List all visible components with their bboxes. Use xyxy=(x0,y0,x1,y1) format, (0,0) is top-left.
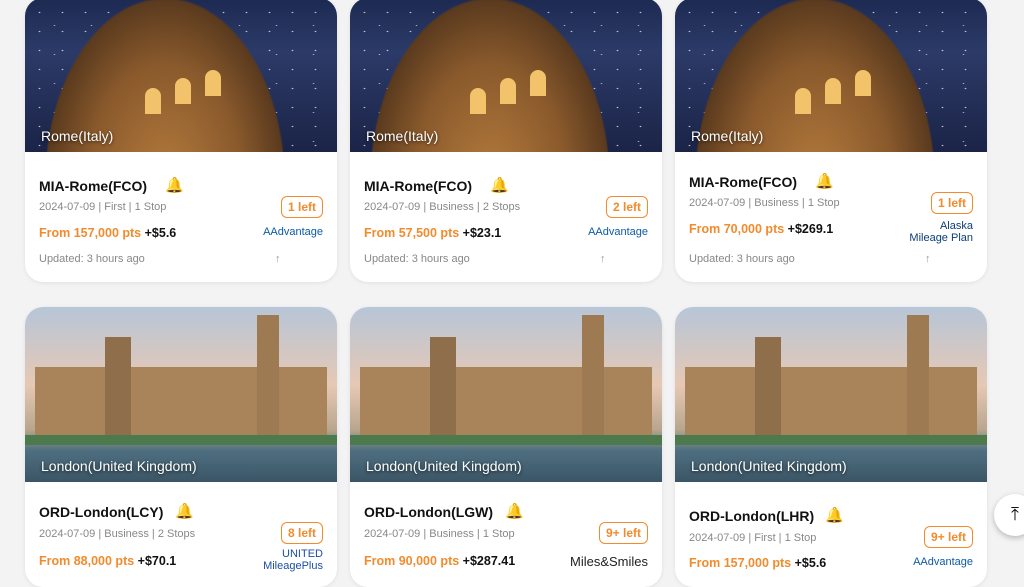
destination-image: London(United Kingdom) xyxy=(675,307,987,482)
bell-icon[interactable]: 🔔 xyxy=(175,504,194,520)
destination-caption: Rome(Italy) xyxy=(691,128,764,144)
arrow-up-icon[interactable]: ↑ xyxy=(275,253,281,265)
program-logo: UNITED MileagePlus xyxy=(263,548,323,572)
scroll-top-icon: ⤒ xyxy=(1011,504,1019,524)
seats-left-badge: 9+ left xyxy=(923,526,973,548)
destination-caption: Rome(Italy) xyxy=(41,128,114,144)
program-logo: AAdvantage xyxy=(263,226,323,238)
bell-icon[interactable]: 🔔 xyxy=(490,178,509,194)
seats-left-badge: 8 left xyxy=(280,522,323,544)
flight-meta: 2024-07-09 | First | 1 Stop xyxy=(39,201,167,213)
deal-card[interactable]: Rome(Italy) MIA-Rome(FCO) 🔔 2024-07-09 |… xyxy=(25,0,337,282)
deal-card[interactable]: London(United Kingdom) ORD-London(LCY) 🔔… xyxy=(25,307,337,587)
price: From 70,000 pts +$269.1 xyxy=(689,222,834,236)
flight-meta: 2024-07-09 | Business | 1 Stop xyxy=(364,528,515,540)
deal-card[interactable]: London(United Kingdom) ORD-London(LGW) 🔔… xyxy=(350,307,662,587)
deal-card[interactable]: Rome(Italy) MIA-Rome(FCO) 🔔 2024-07-09 |… xyxy=(350,0,662,282)
updated-time: Updated: 3 hours ago xyxy=(39,253,145,265)
deal-card[interactable]: London(United Kingdom) ORD-London(LHR) 🔔… xyxy=(675,307,987,587)
destination-caption: Rome(Italy) xyxy=(366,128,439,144)
destination-image: London(United Kingdom) xyxy=(25,307,337,482)
deal-card[interactable]: Rome(Italy) MIA-Rome(FCO) 🔔 2024-07-09 |… xyxy=(675,0,987,282)
destination-caption: London(United Kingdom) xyxy=(691,458,847,474)
program-logo: AAdvantage xyxy=(588,226,648,238)
price: From 157,000 pts +$5.6 xyxy=(39,226,177,240)
seats-left-badge: 1 left xyxy=(930,192,973,214)
route-title: MIA-Rome(FCO) xyxy=(39,178,148,194)
route-title: ORD-London(LGW) xyxy=(364,504,494,520)
price: From 157,000 pts +$5.6 xyxy=(689,556,827,570)
price: From 57,500 pts +$23.1 xyxy=(364,226,502,240)
seats-left-badge: 1 left xyxy=(280,196,323,218)
route-title: ORD-London(LCY) xyxy=(39,504,164,520)
bell-icon[interactable]: 🔔 xyxy=(505,504,524,520)
flight-meta: 2024-07-09 | Business | 2 Stops xyxy=(364,201,521,213)
deals-grid: Rome(Italy) MIA-Rome(FCO) 🔔 2024-07-09 |… xyxy=(0,0,1024,587)
route-title: MIA-Rome(FCO) xyxy=(689,174,798,190)
bell-icon[interactable]: 🔔 xyxy=(825,508,844,524)
program-logo: AAdvantage xyxy=(913,556,973,568)
destination-caption: London(United Kingdom) xyxy=(366,458,522,474)
route-title: MIA-Rome(FCO) xyxy=(364,178,473,194)
updated-time: Updated: 3 hours ago xyxy=(364,253,470,265)
flight-meta: 2024-07-09 | Business | 1 Stop xyxy=(689,197,840,209)
arrow-up-icon[interactable]: ↑ xyxy=(925,253,931,265)
price: From 88,000 pts +$70.1 xyxy=(39,554,177,568)
destination-image: Rome(Italy) xyxy=(675,0,987,152)
seats-left-badge: 9+ left xyxy=(598,522,648,544)
destination-caption: London(United Kingdom) xyxy=(41,458,197,474)
flight-meta: 2024-07-09 | First | 1 Stop xyxy=(689,532,817,544)
bell-icon[interactable]: 🔔 xyxy=(165,178,184,194)
destination-image: London(United Kingdom) xyxy=(350,307,662,482)
updated-time: Updated: 3 hours ago xyxy=(689,253,795,265)
scroll-top-button[interactable]: ⤒ xyxy=(994,494,1024,536)
flight-meta: 2024-07-09 | Business | 2 Stops xyxy=(39,528,196,540)
destination-image: Rome(Italy) xyxy=(350,0,662,152)
route-title: ORD-London(LHR) xyxy=(689,508,815,524)
seats-left-badge: 2 left xyxy=(605,196,648,218)
program-logo: Alaska Mileage Plan xyxy=(909,220,973,244)
price: From 90,000 pts +$287.41 xyxy=(364,554,516,568)
arrow-up-icon[interactable]: ↑ xyxy=(600,253,606,265)
program-logo: Miles&Smiles xyxy=(569,554,648,569)
bell-icon[interactable]: 🔔 xyxy=(815,174,834,190)
destination-image: Rome(Italy) xyxy=(25,0,337,152)
